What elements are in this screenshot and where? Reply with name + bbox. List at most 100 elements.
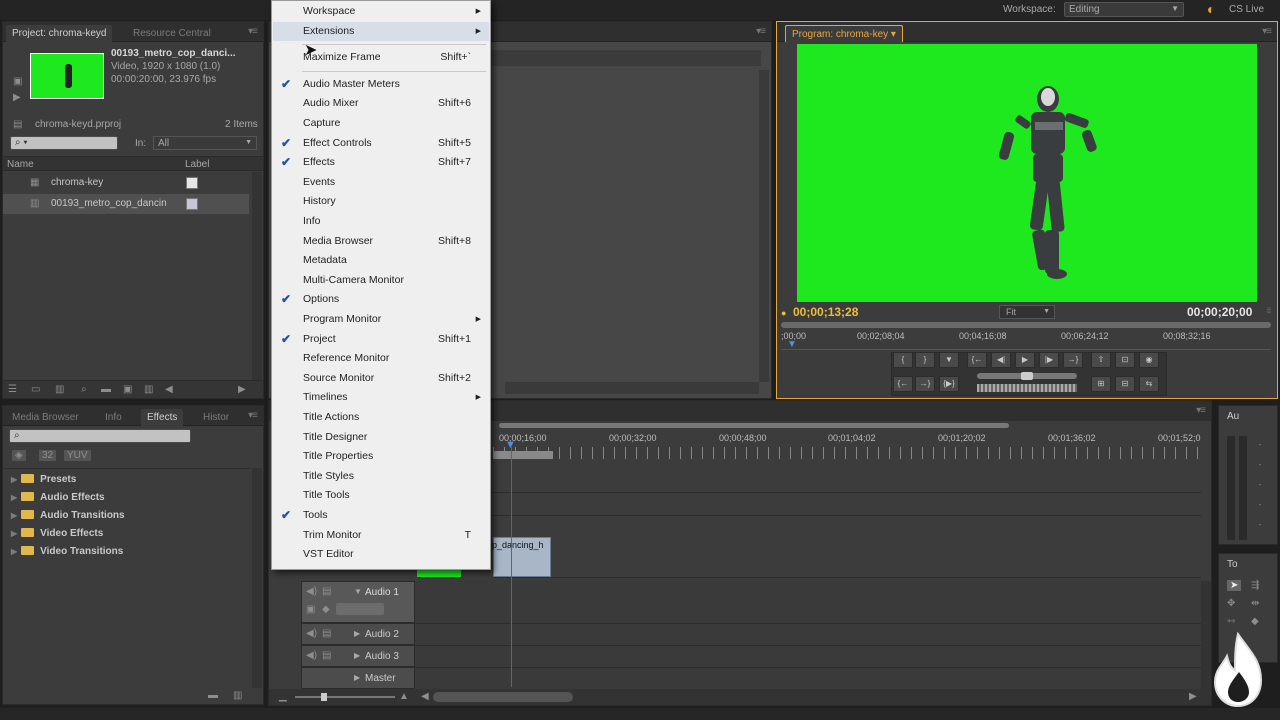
menu-item-audio-master-meters[interactable]: ✔ Audio Master Meters: [273, 75, 489, 94]
menu-item-options[interactable]: ✔ Options: [273, 290, 489, 309]
play-button[interactable]: ▶: [1015, 352, 1035, 368]
menu-item-title-actions[interactable]: Title Actions: [273, 408, 489, 427]
zoom-out-icon[interactable]: ▁: [279, 691, 287, 702]
multicam-button[interactable]: ⊟: [1115, 376, 1135, 392]
menu-item-history[interactable]: History: [273, 192, 489, 211]
expand-triangle-icon[interactable]: ▶: [11, 529, 17, 538]
automate-icon[interactable]: ▥: [55, 384, 64, 395]
tab-resource-central[interactable]: Resource Central: [127, 25, 217, 42]
drag-handle-icon[interactable]: ⁞⁞: [1267, 308, 1271, 315]
new-bin-icon[interactable]: ▬: [101, 384, 111, 395]
lift-button[interactable]: ⇧: [1091, 352, 1111, 368]
speaker-icon[interactable]: ◀): [306, 650, 317, 661]
trash-icon[interactable]: ▥: [233, 690, 242, 701]
go-to-in-button[interactable]: {←: [967, 352, 987, 368]
menu-item-metadata[interactable]: Metadata: [273, 251, 489, 270]
menu-item-project[interactable]: ✔ Project Shift+1: [273, 330, 489, 349]
tab-media-browser[interactable]: Media Browser: [6, 409, 85, 426]
playhead-line[interactable]: [511, 447, 512, 687]
tab-info[interactable]: Info: [99, 409, 128, 426]
panel-menu-icon[interactable]: ▾≡: [1196, 405, 1206, 416]
add-marker-button[interactable]: ▼: [939, 352, 959, 368]
shuttle-slider[interactable]: [977, 372, 1077, 380]
menu-item-trim-monitor[interactable]: Trim Monitor T: [273, 526, 489, 545]
tree-folder-video-effects[interactable]: ▶ Video Effects: [11, 527, 103, 545]
fit-dropdown[interactable]: Fit ▼: [999, 305, 1055, 319]
panel-menu-icon[interactable]: ▾≡: [756, 26, 766, 37]
expand-triangle-icon[interactable]: ▶: [11, 547, 17, 556]
scroll-left-icon[interactable]: ◀: [165, 384, 173, 395]
go-to-next-edit-button[interactable]: →}: [915, 376, 935, 392]
expand-triangle-icon[interactable]: ▶: [354, 673, 360, 682]
menu-item-reference-monitor[interactable]: Reference Monitor: [273, 349, 489, 368]
step-forward-button[interactable]: |▶: [1039, 352, 1059, 368]
track-select-tool-icon[interactable]: ⇶: [1251, 580, 1259, 591]
playhead-marker-icon[interactable]: ▼: [787, 339, 797, 350]
expand-triangle-icon[interactable]: ▶: [11, 493, 17, 502]
go-to-out-button[interactable]: →}: [1063, 352, 1083, 368]
program-time-ruler[interactable]: ;00;00 00;02;08;04 00;04;16;08 00;06;24;…: [781, 328, 1271, 350]
menu-item-title-properties[interactable]: Title Properties: [273, 447, 489, 466]
panel-menu-icon[interactable]: ▾≡: [1262, 26, 1272, 37]
tree-folder-audio-effects[interactable]: ▶ Audio Effects: [11, 491, 105, 509]
find-icon[interactable]: ⌕: [81, 384, 87, 395]
speaker-icon[interactable]: ◀): [306, 628, 317, 639]
rate-stretch-tool-icon[interactable]: ⇿: [1227, 616, 1235, 627]
timeline-zoom-bar[interactable]: [499, 423, 1009, 428]
project-scrollbar[interactable]: [252, 172, 262, 380]
expand-triangle-icon[interactable]: ▼: [354, 587, 362, 596]
tree-folder-presets[interactable]: ▶ Presets: [11, 473, 76, 491]
menu-item-extensions[interactable]: Extensions ▶: [273, 21, 489, 41]
menu-item-source-monitor[interactable]: Source Monitor Shift+2: [273, 369, 489, 388]
32bit-effects-icon[interactable]: 32: [39, 450, 57, 461]
scroll-right-icon[interactable]: ▶: [1189, 691, 1197, 702]
timeline-zoom-slider[interactable]: [295, 693, 395, 701]
menu-item-capture[interactable]: Capture: [273, 114, 489, 133]
tab-effects[interactable]: Effects: [141, 409, 184, 426]
menu-item-media-browser[interactable]: Media Browser Shift+8: [273, 232, 489, 251]
trim-monitor-button[interactable]: ⊞: [1091, 376, 1111, 392]
yuv-effects-icon[interactable]: YUV: [64, 450, 91, 461]
trash-icon[interactable]: ▥: [144, 384, 153, 395]
expand-triangle-icon[interactable]: ▶: [354, 629, 360, 638]
menu-item-title-designer[interactable]: Title Designer: [273, 428, 489, 447]
tab-history[interactable]: Histor: [197, 409, 235, 426]
effect-controls-hscroll[interactable]: [505, 382, 759, 394]
tab-program[interactable]: Program: chroma-key ▾: [785, 25, 903, 42]
play-in-to-out-button[interactable]: {▶}: [939, 376, 959, 392]
play-thumbnail-icon[interactable]: ▶: [13, 92, 21, 103]
expand-triangle-icon[interactable]: ▶: [11, 511, 17, 520]
menu-item-title-styles[interactable]: Title Styles: [273, 467, 489, 486]
panel-menu-icon[interactable]: ▾≡: [248, 26, 258, 37]
go-to-previous-edit-button[interactable]: {←: [893, 376, 913, 392]
menu-item-vst-editor[interactable]: VST Editor: [273, 545, 489, 564]
menu-item-effects[interactable]: ✔ Effects Shift+7: [273, 153, 489, 172]
workspace-dropdown[interactable]: Editing ▼: [1064, 2, 1184, 17]
icon-view-icon[interactable]: ▭: [31, 384, 40, 395]
razor-tool-icon[interactable]: ◆: [1251, 616, 1259, 627]
zoom-thumb[interactable]: [321, 693, 327, 701]
menu-item-workspace[interactable]: Workspace ▶: [273, 2, 489, 21]
extract-button[interactable]: ⊡: [1115, 352, 1135, 368]
new-custom-bin-icon[interactable]: ▬: [208, 690, 218, 701]
label-swatch[interactable]: [186, 177, 198, 189]
effect-controls-scrollbar[interactable]: [759, 70, 769, 382]
expand-triangle-icon[interactable]: ▶: [11, 475, 17, 484]
list-item[interactable]: ▦ chroma-key: [3, 173, 249, 193]
label-swatch[interactable]: [186, 198, 198, 210]
menu-item-audio-mixer[interactable]: Audio Mixer Shift+6: [273, 94, 489, 113]
column-label[interactable]: Label: [185, 159, 209, 170]
volume-field[interactable]: [336, 603, 384, 615]
in-dropdown[interactable]: All ▼: [153, 136, 257, 150]
timeline-ruler[interactable]: 00;00;16;00 00;00;32;00 00;00;48;00 00;0…: [493, 429, 1201, 463]
menu-item-program-monitor[interactable]: Program Monitor ▶: [273, 310, 489, 329]
menu-item-title-tools[interactable]: Title Tools: [273, 486, 489, 505]
tree-folder-audio-transitions[interactable]: ▶ Audio Transitions: [11, 509, 125, 527]
effects-search-input[interactable]: ⌕: [9, 429, 191, 443]
mark-out-button[interactable]: }: [915, 352, 935, 368]
sync-lock-icon[interactable]: ▤: [322, 650, 331, 661]
menu-item-timelines[interactable]: Timelines ▶: [273, 388, 489, 407]
column-name[interactable]: Name: [7, 159, 34, 170]
selection-tool-icon[interactable]: ➤: [1227, 580, 1242, 591]
step-back-button[interactable]: ◀|: [991, 352, 1011, 368]
